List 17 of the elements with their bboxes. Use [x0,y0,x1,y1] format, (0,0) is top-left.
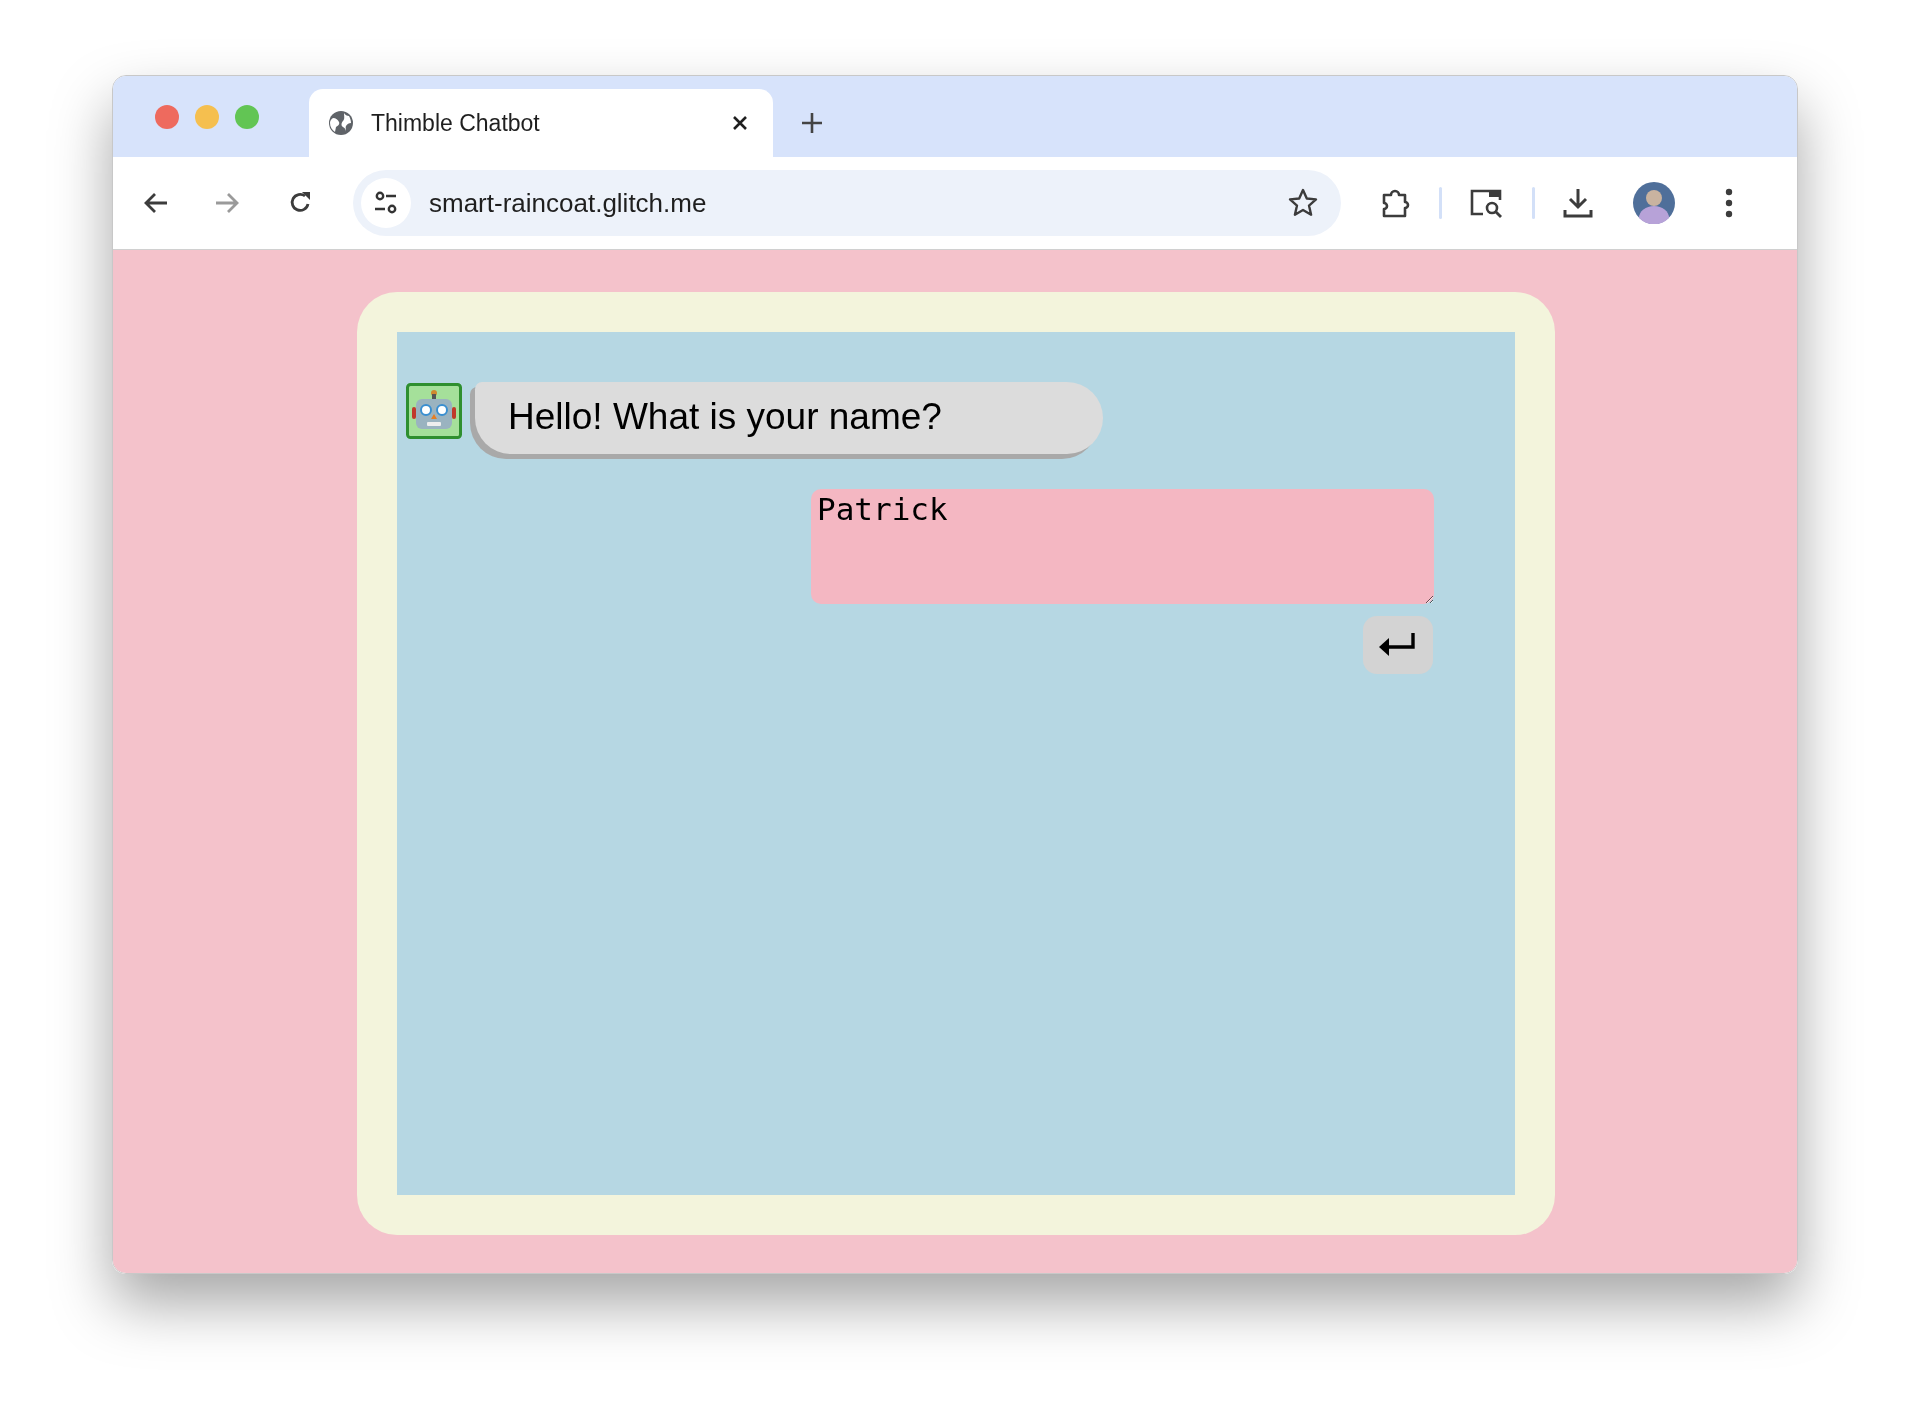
submit-button[interactable] [1363,616,1433,674]
back-arrow-icon[interactable] [143,191,169,215]
download-icon[interactable] [1561,186,1595,220]
reply-input-field[interactable]: Patrick [811,489,1434,604]
new-tab-icon[interactable] [801,112,823,134]
profile-avatar[interactable] [1633,182,1675,224]
browser-tab[interactable]: Thimble Chatbot [309,89,773,157]
address-bar[interactable]: smart-raincoat.glitch.me [353,170,1341,236]
globe-icon [327,109,355,137]
url-text: smart-raincoat.glitch.me [429,187,708,219]
tab-title: Thimble Chatbot [371,109,541,137]
close-tab-icon[interactable] [731,114,749,132]
menu-icon[interactable] [1725,188,1733,218]
bookmark-star-icon[interactable] [1287,187,1319,219]
site-settings-icon[interactable] [361,178,411,228]
robot-avatar-icon [406,383,462,439]
forward-arrow-icon[interactable] [214,191,240,215]
